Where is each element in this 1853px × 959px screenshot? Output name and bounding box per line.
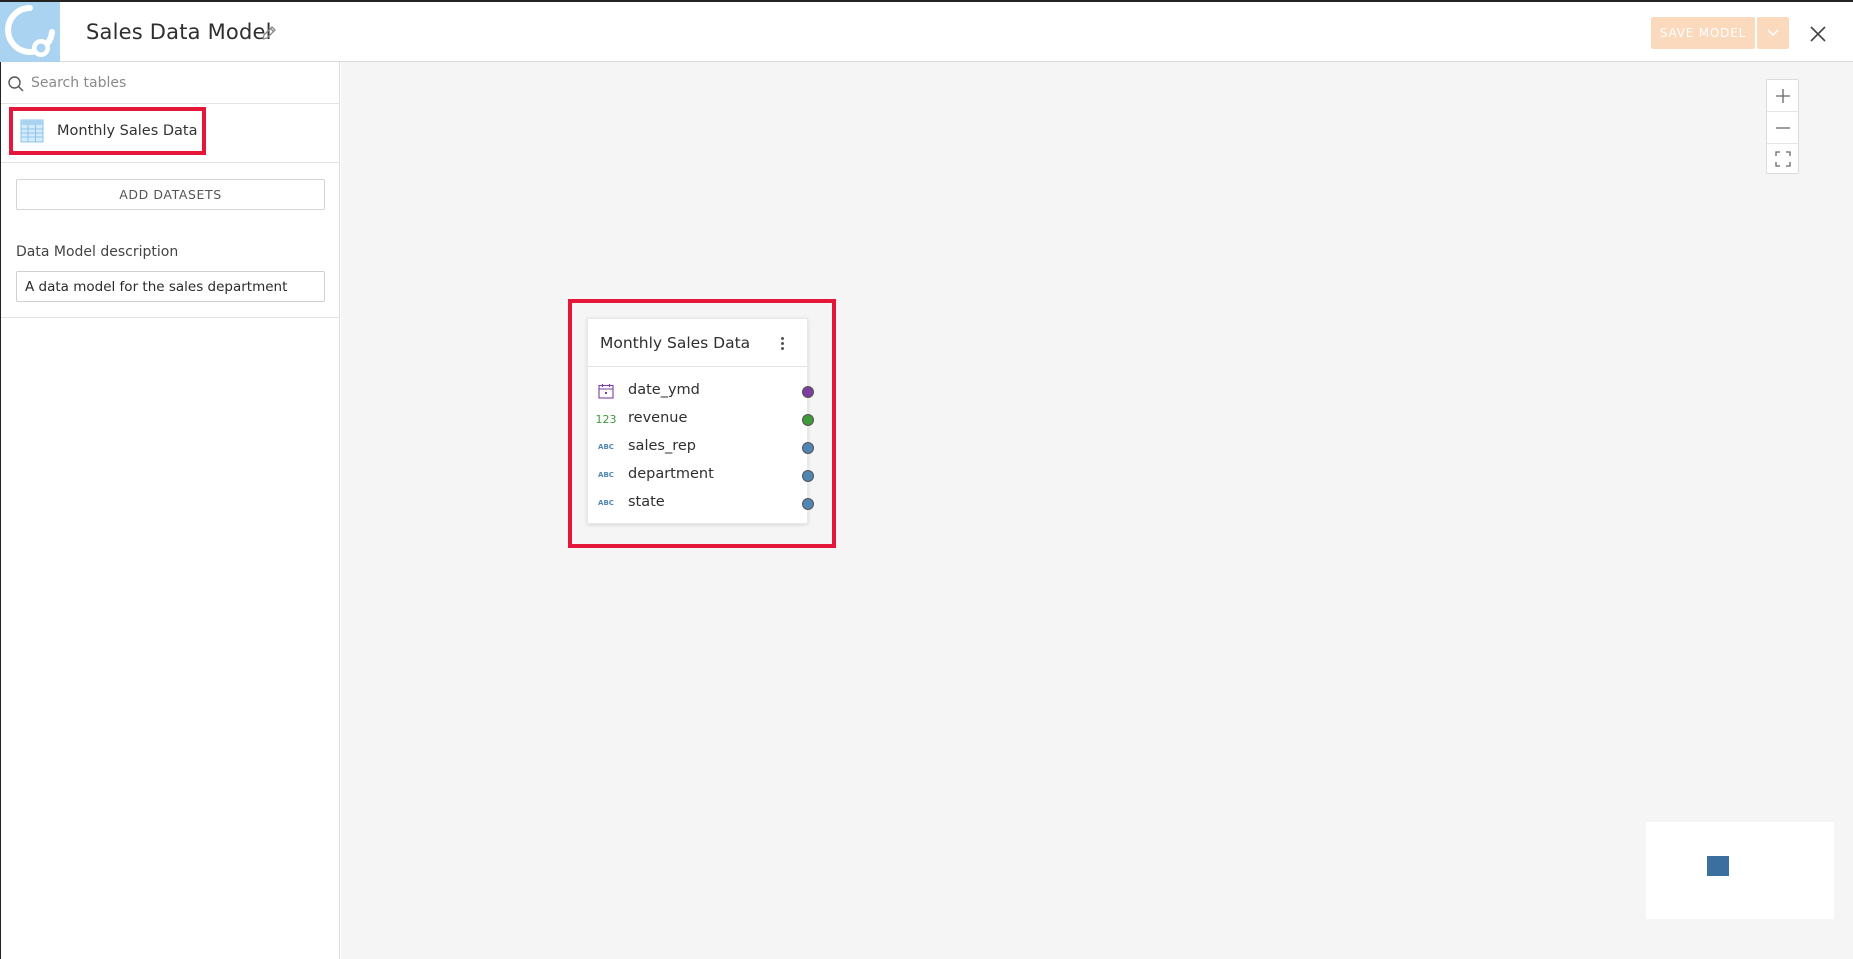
- field-row-department[interactable]: ABC department: [588, 461, 814, 489]
- page-title: Sales Data Model: [86, 20, 272, 44]
- divider: [1, 162, 340, 163]
- zoom-out-button[interactable]: [1767, 112, 1798, 143]
- table-icon: [20, 119, 44, 143]
- app-logo: [0, 2, 60, 62]
- save-options-dropdown[interactable]: [1757, 17, 1789, 49]
- connection-port[interactable]: [802, 498, 814, 510]
- chevron-down-icon: [1767, 29, 1779, 37]
- field-row-sales_rep[interactable]: ABC sales_rep: [588, 433, 814, 461]
- zoom-in-button[interactable]: [1767, 80, 1798, 111]
- text-type-icon: ABC: [598, 443, 614, 451]
- field-name: sales_rep: [628, 438, 696, 454]
- model-canvas[interactable]: Monthly Sales Data date_ymd 123 revenue …: [341, 62, 1853, 959]
- app-header: Sales Data Model SAVE MODEL: [0, 0, 1853, 62]
- sidebar-table-item[interactable]: Monthly Sales Data: [9, 107, 206, 155]
- field-name: state: [628, 494, 665, 510]
- field-row-date_ymd[interactable]: date_ymd: [588, 377, 814, 405]
- node-menu-kebab-icon[interactable]: [774, 333, 790, 353]
- plus-icon: [1775, 88, 1790, 103]
- logo-icon: [5, 5, 55, 57]
- save-model-button[interactable]: SAVE MODEL: [1651, 17, 1755, 49]
- fullscreen-icon: [1774, 150, 1791, 167]
- zoom-controls: [1766, 79, 1799, 174]
- search-tables-input[interactable]: [31, 71, 331, 95]
- connection-port[interactable]: [802, 470, 814, 482]
- number-type-icon: 123: [595, 412, 617, 426]
- fit-to-screen-button[interactable]: [1767, 143, 1798, 174]
- table-search: [1, 62, 340, 104]
- sidebar: Monthly Sales Data ADD DATASETS Data Mod…: [0, 62, 340, 959]
- field-row-state[interactable]: ABC state: [588, 489, 814, 517]
- description-label: Data Model description: [16, 244, 179, 260]
- field-name: date_ymd: [628, 382, 700, 398]
- divider: [1, 317, 340, 318]
- field-name: department: [628, 466, 714, 482]
- connection-port[interactable]: [802, 386, 814, 398]
- field-name: revenue: [628, 410, 688, 426]
- table-node[interactable]: Monthly Sales Data date_ymd 123 revenue …: [587, 318, 814, 524]
- close-icon: [1810, 26, 1826, 42]
- calendar-icon: [597, 383, 615, 399]
- search-icon: [8, 76, 24, 92]
- minimap[interactable]: [1646, 822, 1834, 919]
- sidebar-table-label: Monthly Sales Data: [57, 123, 198, 139]
- connection-port[interactable]: [802, 442, 814, 454]
- add-datasets-button[interactable]: ADD DATASETS: [16, 179, 325, 210]
- node-title: Monthly Sales Data: [600, 334, 751, 352]
- node-header: Monthly Sales Data: [588, 319, 807, 367]
- minus-icon: [1775, 126, 1790, 129]
- field-row-revenue[interactable]: 123 revenue: [588, 405, 814, 433]
- text-type-icon: ABC: [598, 471, 614, 479]
- close-button[interactable]: [1806, 22, 1830, 46]
- description-input[interactable]: [16, 271, 325, 302]
- connection-port[interactable]: [802, 414, 814, 426]
- edit-title-pencil-icon[interactable]: [260, 24, 278, 42]
- minimap-node: [1707, 856, 1729, 876]
- text-type-icon: ABC: [598, 499, 614, 507]
